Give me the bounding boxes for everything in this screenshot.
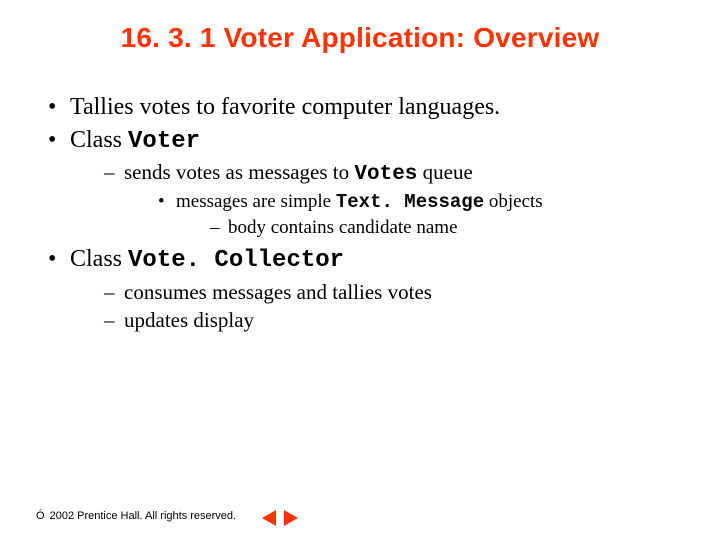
copyright-text: 2002 Prentice Hall. All rights reserved. — [47, 510, 237, 522]
bullet-item: body contains candidate name — [210, 216, 676, 240]
bullet-item: consumes messages and tallies votes — [104, 279, 676, 306]
bullet-item: Class Vote. Collector consumes messages … — [44, 244, 676, 333]
bullet-item: Tallies votes to favorite computer langu… — [44, 92, 676, 123]
bullet-text: objects — [484, 191, 543, 212]
bullet-item: sends votes as messages to Votes queue m… — [104, 159, 676, 240]
prev-slide-icon[interactable] — [260, 509, 278, 527]
bullet-text: consumes messages and tallies votes — [124, 280, 432, 304]
code-text: Text. Message — [336, 191, 484, 213]
bullet-text: Class — [70, 246, 128, 272]
bullet-item: updates display — [104, 307, 676, 334]
nav-arrows — [260, 509, 300, 527]
bullet-text: queue — [417, 160, 472, 184]
bullet-text: messages are simple — [176, 191, 336, 212]
slide-title: 16. 3. 1 Voter Application: Overview — [0, 0, 720, 64]
copyright-footer: Ó 2002 Prentice Hall. All rights reserve… — [36, 510, 236, 522]
bullet-text: Tallies votes to favorite computer langu… — [70, 94, 500, 120]
bullet-list: Tallies votes to favorite computer langu… — [44, 92, 676, 333]
copyright-symbol: Ó — [36, 510, 45, 522]
slide-body: Tallies votes to favorite computer langu… — [0, 64, 720, 333]
code-text: Vote. Collector — [128, 247, 344, 274]
code-text: Voter — [128, 128, 200, 155]
bullet-item: Class Voter sends votes as messages to V… — [44, 125, 676, 240]
bullet-text: body contains candidate name — [228, 217, 458, 238]
bullet-text: sends votes as messages to — [124, 160, 354, 184]
bullet-item: messages are simple Text. Message object… — [158, 190, 676, 240]
bullet-text: Class — [70, 127, 128, 153]
slide: { "colors": { "accent": "#ff3300" }, "ti… — [0, 0, 720, 540]
bullet-text: updates display — [124, 308, 254, 332]
code-text: Votes — [354, 163, 417, 186]
next-slide-icon[interactable] — [282, 509, 300, 527]
